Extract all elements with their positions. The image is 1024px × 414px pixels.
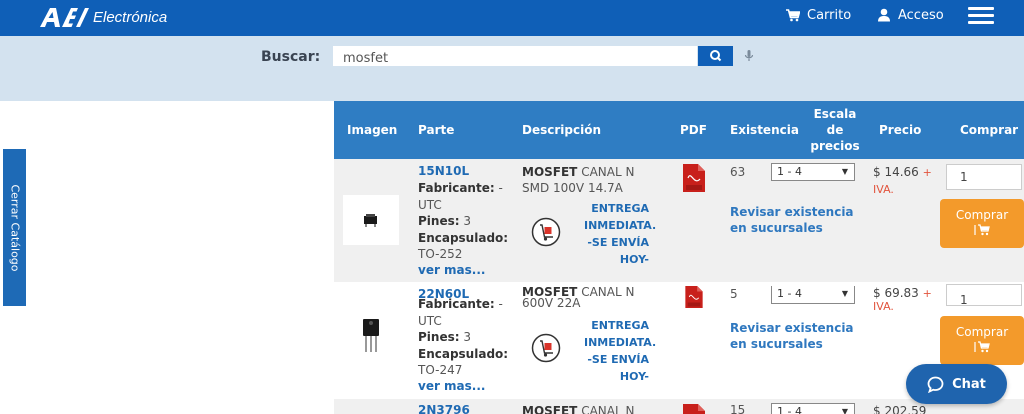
delivery-status: ENTREGA INMEDIATA. -SE ENVÍA HOY- xyxy=(584,202,657,266)
login-label: Acceso xyxy=(898,7,944,23)
part-specs: Fabricante: - UTC Pines: 3 Encapsulado: … xyxy=(418,296,510,379)
part-number-link[interactable]: 15N10L xyxy=(418,164,469,178)
cart-icon xyxy=(974,341,990,353)
check-branch-stock-link[interactable]: Revisar existencia en sucursales xyxy=(730,320,870,352)
results-table-header: Imagen Parte Descripción PDF Existencia … xyxy=(334,101,1024,159)
price-scale-select[interactable]: 1 - 4 ▼ xyxy=(771,286,855,304)
delivery-status: ENTREGA INMEDIATA. -SE ENVÍA HOY- xyxy=(584,319,657,383)
unit-price: $ 14.66 + IVA. xyxy=(873,164,943,198)
ae-logo-icon xyxy=(40,8,89,27)
price-scale-select[interactable]: 1 - 4 ▼ xyxy=(771,163,855,181)
stock-count: 63 xyxy=(730,165,746,179)
chat-button[interactable]: Chat xyxy=(906,364,1007,404)
pines-value: 3 xyxy=(463,330,471,344)
search-button[interactable] xyxy=(698,46,733,66)
cart-link[interactable]: Carrito xyxy=(786,0,851,30)
unit-price: $ 69.83 + IVA. xyxy=(873,287,943,313)
col-buy-header: Comprar xyxy=(960,123,1019,137)
delivery-dolly-icon xyxy=(531,217,561,247)
cart-icon xyxy=(786,8,800,21)
more-info-link[interactable]: ver mas... xyxy=(418,263,485,277)
pdf-icon[interactable] xyxy=(683,286,705,308)
search-band: Buscar: xyxy=(0,36,1024,101)
price-value: $ 69.83 xyxy=(873,286,919,300)
search-label: Buscar: xyxy=(261,49,321,65)
quantity-input[interactable]: 1 xyxy=(946,164,1022,190)
delivery-dolly-icon xyxy=(531,333,561,363)
price-value: $ 202.59 xyxy=(873,404,927,414)
cart-icon xyxy=(974,224,990,236)
check-branch-stock-link[interactable]: Revisar existencia en sucursales xyxy=(730,204,870,236)
to247-transistor-icon xyxy=(363,319,379,352)
search-icon xyxy=(710,50,722,62)
col-description-header: Descripción xyxy=(522,123,601,137)
encapsulado-value: TO-247 xyxy=(418,363,463,377)
product-description: MOSFET CANAL N xyxy=(522,403,662,414)
col-image-header: Imagen xyxy=(347,123,398,137)
description-bold: MOSFET xyxy=(522,165,578,179)
product-image[interactable] xyxy=(343,312,399,362)
fabricante-label: Fabricante: xyxy=(418,181,495,195)
top-navbar: Electrónica Carrito Acceso xyxy=(0,0,1024,36)
menu-bar-icon xyxy=(968,14,994,17)
part-specs: Fabricante: - UTC Pines: 3 Encapsulado: … xyxy=(418,180,510,263)
product-image[interactable] xyxy=(343,195,399,245)
quantity-input[interactable]: 1 xyxy=(946,284,1022,306)
unit-price: $ 202.59 xyxy=(873,403,943,414)
hamburger-menu-button[interactable] xyxy=(968,7,994,25)
chat-bubble-icon xyxy=(927,376,944,393)
menu-bar-icon xyxy=(968,21,994,24)
dropdown-arrow-icon: ▼ xyxy=(841,167,848,176)
buy-button-label: Comprar xyxy=(955,325,1009,339)
user-icon xyxy=(878,8,890,22)
price-scale-select[interactable]: 1 - 4 ▼ xyxy=(771,403,855,414)
price-scale-value: 1 - 4 xyxy=(777,165,802,178)
chat-label: Chat xyxy=(952,376,986,392)
pines-label: Pines: xyxy=(418,330,460,344)
logo-mark xyxy=(38,6,90,28)
product-description: MOSFET CANAL N 600V 22A xyxy=(522,286,662,309)
description-bold: MOSFET xyxy=(522,404,578,414)
stock-count: 5 xyxy=(730,287,738,301)
col-part-header: Parte xyxy=(418,123,455,137)
col-price-header: Precio xyxy=(879,123,922,137)
login-link[interactable]: Acceso xyxy=(877,0,944,30)
logo-text: Electrónica xyxy=(93,8,168,26)
col-pdf-header: PDF xyxy=(680,123,707,137)
price-value: $ 14.66 xyxy=(873,165,919,179)
buy-button-label: Comprar xyxy=(955,208,1009,222)
dropdown-arrow-icon: ▼ xyxy=(841,407,848,414)
table-row: 15N10L Fabricante: - UTC Pines: 3 Encaps… xyxy=(334,159,1024,282)
pines-value: 3 xyxy=(463,214,471,228)
to252-chip-icon xyxy=(364,214,377,227)
product-description: MOSFET CANAL N SMD 100V 14.7A xyxy=(522,164,662,196)
buy-button[interactable]: Comprar xyxy=(940,316,1024,365)
price-scale-value: 1 - 4 xyxy=(777,287,802,300)
encapsulado-value: TO-252 xyxy=(418,247,463,261)
stock-count: 15 xyxy=(730,403,746,414)
pines-label: Pines: xyxy=(418,214,460,228)
description-text: CANAL N xyxy=(581,404,635,414)
close-catalog-tab[interactable]: Cerrar Catálogo xyxy=(3,149,26,306)
close-catalog-label: Cerrar Catálogo xyxy=(8,183,21,272)
pdf-icon[interactable] xyxy=(683,164,705,192)
more-info-link[interactable]: ver mas... xyxy=(418,379,485,393)
dropdown-arrow-icon: ▼ xyxy=(841,289,848,298)
col-scale-header: Escala de precios xyxy=(810,107,860,153)
fabricante-label: Fabricante: xyxy=(418,297,495,311)
encapsulado-label: Encapsulado: xyxy=(418,230,509,245)
buy-button[interactable]: Comprar xyxy=(940,199,1024,248)
voice-search-button[interactable] xyxy=(735,46,763,66)
encapsulado-label: Encapsulado: xyxy=(418,346,509,361)
pdf-icon[interactable] xyxy=(683,404,705,414)
search-input[interactable] xyxy=(333,46,697,66)
col-stock-header: Existencia xyxy=(730,123,799,137)
site-logo[interactable]: Electrónica xyxy=(38,4,167,30)
cart-label: Carrito xyxy=(807,7,852,23)
menu-bar-icon xyxy=(968,7,994,10)
microphone-icon xyxy=(744,50,754,61)
part-number-link[interactable]: 2N3796 xyxy=(418,403,470,414)
price-scale-value: 1 - 4 xyxy=(777,405,802,414)
